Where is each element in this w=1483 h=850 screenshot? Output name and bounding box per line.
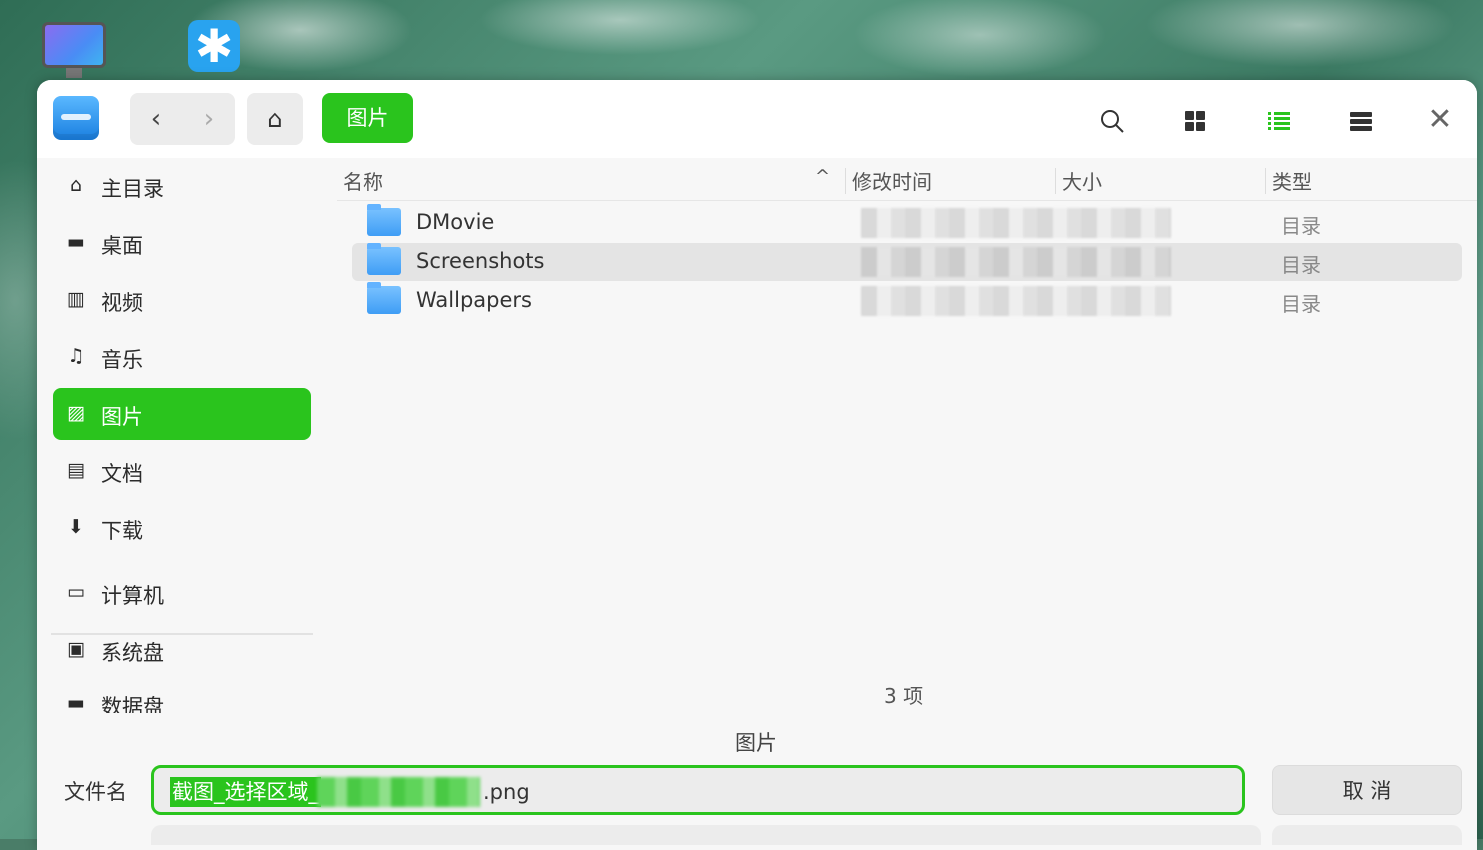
sidebar-item-label: 视频 bbox=[101, 291, 143, 315]
column-separator[interactable] bbox=[845, 168, 846, 194]
pictures-icon: ▨ bbox=[67, 402, 85, 424]
sidebar-item-label: 图片 bbox=[101, 405, 143, 429]
document-icon: ▤ bbox=[67, 459, 85, 481]
save-button[interactable] bbox=[1272, 825, 1462, 845]
filename-label: 文件名 bbox=[64, 780, 127, 804]
forward-button[interactable]: › bbox=[183, 93, 235, 145]
sidebar-item-videos[interactable]: ▥ 视频 bbox=[53, 274, 311, 326]
sidebar-item-label: 文档 bbox=[101, 462, 143, 486]
system-disk-icon: ▣ bbox=[67, 638, 85, 660]
sidebar-item-home[interactable]: ⌂ 主目录 bbox=[53, 160, 311, 212]
filename-input[interactable]: 截图_选择区域_ .png bbox=[151, 765, 1245, 815]
filename-extension: .png bbox=[483, 780, 530, 804]
sidebar-item-pictures[interactable]: ▨ 图片 bbox=[53, 388, 311, 440]
redacted-metadata bbox=[861, 247, 1171, 277]
music-icon: ♫ bbox=[67, 345, 85, 367]
sidebar-item-label: 主目录 bbox=[101, 177, 164, 201]
sidebar-item-label: 音乐 bbox=[101, 348, 143, 372]
home-button[interactable]: ⌂ bbox=[247, 93, 303, 145]
file-save-dialog: ‹ › ⌂ 图片 ✕ ⌂ 主目录 ▬ 桌面 ▥ 视频 ♫ 音乐 ▨ 图片 ▤ 文… bbox=[37, 80, 1477, 850]
folder-icon bbox=[367, 282, 401, 314]
file-name: Wallpapers bbox=[416, 288, 532, 312]
column-header-modified[interactable]: 修改时间 bbox=[852, 166, 932, 195]
current-folder-label: 图片 bbox=[735, 731, 777, 755]
column-header-size[interactable]: 大小 bbox=[1062, 166, 1102, 195]
search-icon[interactable] bbox=[1092, 100, 1132, 140]
computer-desktop-icon[interactable] bbox=[42, 22, 106, 68]
filename-selected-text: 截图_选择区域_ bbox=[170, 777, 321, 807]
sidebar-item-label: 下载 bbox=[101, 519, 143, 543]
sidebar-item-documents[interactable]: ▤ 文档 bbox=[53, 445, 311, 497]
file-type-select[interactable] bbox=[151, 825, 1261, 845]
file-type: 目录 bbox=[1281, 214, 1321, 238]
table-row[interactable]: Wallpapers 目录 bbox=[352, 282, 1462, 320]
sidebar: ⌂ 主目录 ▬ 桌面 ▥ 视频 ♫ 音乐 ▨ 图片 ▤ 文档 ⬇ 下载 ▭ 计算… bbox=[37, 158, 337, 719]
dialog-titlebar: ‹ › ⌂ 图片 ✕ bbox=[37, 80, 1477, 158]
download-icon: ⬇ bbox=[68, 516, 84, 538]
redacted-filename bbox=[317, 777, 480, 807]
file-type: 目录 bbox=[1281, 253, 1321, 277]
dialog-footer: 图片 文件名 截图_选择区域_ .png 取 消 bbox=[37, 713, 1477, 850]
redacted-metadata bbox=[861, 286, 1171, 316]
computer-desktop-icon-stand bbox=[66, 68, 82, 78]
sidebar-item-music[interactable]: ♫ 音乐 bbox=[53, 331, 311, 383]
app-desktop-icon[interactable]: ✱ bbox=[188, 20, 240, 72]
item-count: 3 项 bbox=[884, 684, 924, 708]
file-name: Screenshots bbox=[416, 249, 545, 273]
sort-ascending-icon[interactable]: ^ bbox=[815, 166, 830, 187]
tree-view-icon[interactable] bbox=[1341, 100, 1381, 140]
column-separator[interactable] bbox=[1265, 168, 1266, 194]
sidebar-item-label: 计算机 bbox=[101, 584, 164, 608]
table-row[interactable]: Screenshots 目录 bbox=[352, 243, 1462, 281]
sidebar-item-desktop[interactable]: ▬ 桌面 bbox=[53, 217, 311, 269]
sidebar-item-label: 系统盘 bbox=[101, 641, 164, 665]
sidebar-item-downloads[interactable]: ⬇ 下载 bbox=[53, 502, 311, 554]
back-button[interactable]: ‹ bbox=[130, 93, 182, 145]
header-divider bbox=[337, 200, 1477, 201]
sidebar-item-system-disk[interactable]: ▣ 系统盘 bbox=[53, 624, 311, 676]
navigation-buttons: ‹ › bbox=[130, 93, 235, 145]
home-icon: ⌂ bbox=[69, 174, 83, 196]
column-header-name[interactable]: 名称 bbox=[343, 166, 383, 195]
breadcrumb-pictures[interactable]: 图片 bbox=[322, 93, 413, 143]
icon-view-icon[interactable] bbox=[1175, 100, 1215, 140]
redacted-metadata bbox=[861, 208, 1171, 238]
file-manager-logo-icon bbox=[53, 96, 99, 140]
sidebar-item-computer[interactable]: ▭ 计算机 bbox=[53, 567, 311, 619]
table-row[interactable]: DMovie 目录 bbox=[352, 204, 1462, 242]
file-name: DMovie bbox=[416, 210, 495, 234]
data-disk-icon: ▬ bbox=[67, 692, 85, 714]
list-view-icon[interactable] bbox=[1259, 100, 1299, 140]
video-icon: ▥ bbox=[67, 288, 85, 310]
file-list-view: 名称 ^ 修改时间 大小 类型 DMovie 目录 Screenshots 目录… bbox=[337, 158, 1477, 713]
folder-icon bbox=[367, 243, 401, 275]
column-header-type[interactable]: 类型 bbox=[1272, 166, 1312, 195]
desktop-icon: ▬ bbox=[67, 231, 85, 253]
sidebar-item-label: 桌面 bbox=[101, 234, 143, 258]
computer-icon: ▭ bbox=[67, 581, 85, 603]
folder-icon bbox=[367, 204, 401, 236]
cancel-button[interactable]: 取 消 bbox=[1272, 765, 1462, 815]
file-type: 目录 bbox=[1281, 292, 1321, 316]
close-icon[interactable]: ✕ bbox=[1420, 100, 1460, 140]
column-separator[interactable] bbox=[1055, 168, 1056, 194]
